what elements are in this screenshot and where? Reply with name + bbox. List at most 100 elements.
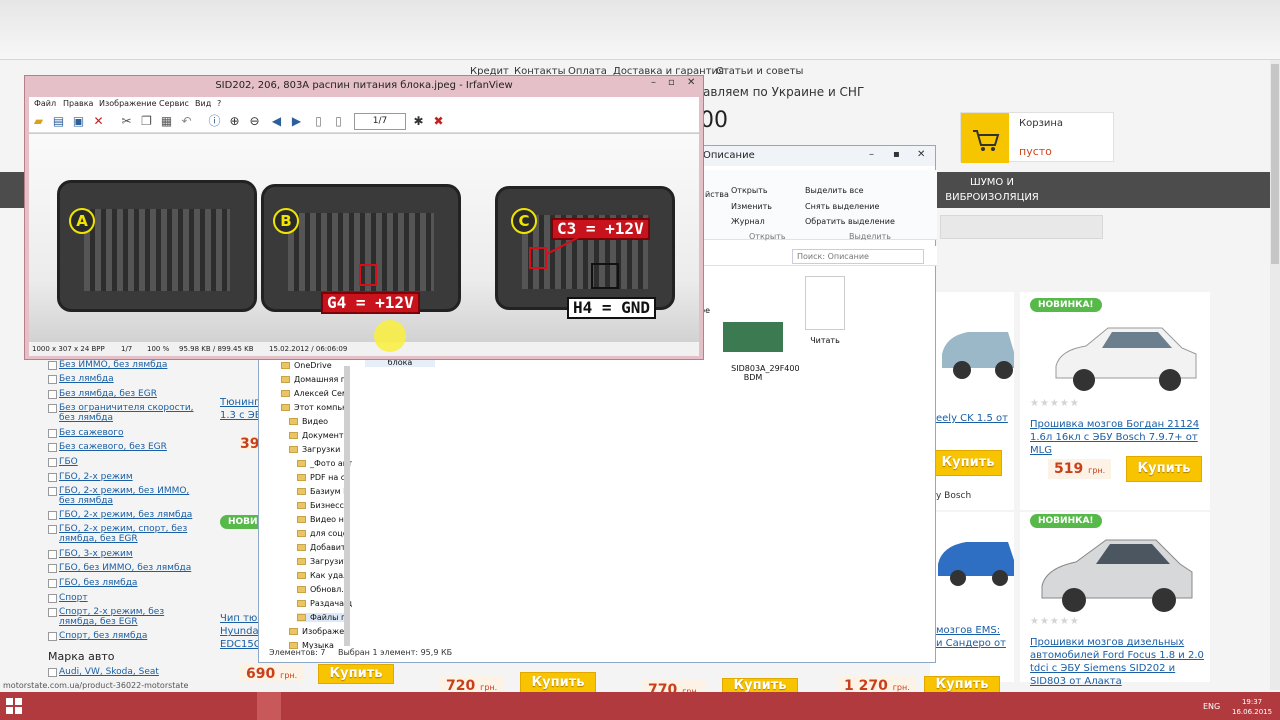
category-item[interactable]: ГБО, 2-х режим, спорт, без лямбда, без E…: [48, 524, 187, 544]
previous-icon[interactable]: ◀: [269, 114, 284, 129]
tree-item[interactable]: Базиум М: [297, 487, 350, 496]
category-item[interactable]: Без ограничителя скорости, без лямбда: [48, 403, 194, 423]
tree-item-selected[interactable]: Файлы п: [297, 613, 347, 622]
category-item[interactable]: Без лямбда: [48, 374, 114, 384]
taskbar-app-irfanview[interactable]: [257, 692, 281, 720]
page-number-field[interactable]: 1/7: [354, 113, 406, 130]
category-item[interactable]: ГБО, 2-х режим: [48, 472, 133, 482]
tree-item[interactable]: Обновл.: [297, 585, 344, 594]
maximize-icon[interactable]: ▫: [668, 77, 675, 88]
menu-image[interactable]: Изображение: [99, 99, 157, 108]
folder-icon: [297, 558, 306, 565]
page-scrollbar-thumb[interactable]: [1271, 64, 1279, 264]
marka-item[interactable]: Audi, VW, Skoda, Seat: [48, 667, 159, 677]
invert-selection-button[interactable]: Обратить выделение: [805, 217, 895, 226]
category-item[interactable]: Без сажевого: [48, 428, 124, 438]
category-item[interactable]: ГБО: [48, 457, 78, 467]
zoom-in-icon[interactable]: ⊕: [227, 114, 242, 129]
menu-view[interactable]: Вид: [195, 99, 211, 108]
tree-item[interactable]: Загрузки: [289, 445, 340, 454]
tree-item[interactable]: Документ: [289, 431, 344, 440]
tree-item[interactable]: Загрузит: [297, 557, 348, 566]
menu-item-noise-insulation[interactable]: ШУМО И ВИБРОИЗОЛЯЦИЯ: [944, 172, 1040, 208]
product-title-geely[interactable]: eely CK 1.5 от: [936, 412, 1008, 425]
copy-icon[interactable]: ❐: [139, 114, 154, 129]
select-none-button[interactable]: Снять выделение: [805, 202, 879, 211]
tree-item[interactable]: Изображен: [289, 627, 349, 636]
close-icon[interactable]: ✕: [687, 77, 695, 88]
select-all-button[interactable]: Выделить все: [805, 186, 864, 195]
page-scrollbar[interactable]: [1270, 60, 1280, 690]
category-item[interactable]: Спорт, без лямбда: [48, 631, 147, 641]
category-item[interactable]: ГБО, без ИММО, без лямбда: [48, 563, 191, 573]
irfanview-titlebar[interactable]: SID202, 206, 803A распин питания блока.j…: [25, 76, 703, 96]
tree-item[interactable]: Видео: [289, 417, 328, 426]
windows-start-icon[interactable]: [6, 698, 22, 714]
language-indicator[interactable]: ENG: [1203, 702, 1220, 711]
buy-button[interactable]: Купить: [318, 664, 394, 684]
menu-edit[interactable]: Правка: [63, 99, 93, 108]
properties-button[interactable]: йства: [705, 190, 729, 199]
tree-item[interactable]: Видео на: [297, 515, 349, 524]
category-item[interactable]: Без лямбда, без EGR: [48, 389, 157, 399]
category-item[interactable]: Без сажевого, без EGR: [48, 442, 167, 452]
exit-icon[interactable]: ✖: [431, 114, 446, 129]
tree-item[interactable]: для соцс: [297, 529, 347, 538]
image-canvas[interactable]: A B C C3 = +12V G4 = +12V H4 = GND: [29, 134, 699, 342]
menu-tools[interactable]: Сервис: [159, 99, 189, 108]
nav-articles[interactable]: Статьи и советы: [716, 66, 803, 77]
category-item[interactable]: ГБО, 3-х режим: [48, 549, 133, 559]
category-item[interactable]: Спорт, 2-х режим, без лямбда, без EGR: [48, 607, 164, 627]
tree-item[interactable]: Добавит: [297, 543, 346, 552]
minimize-icon[interactable]: –: [869, 149, 874, 160]
buy-button[interactable]: Купить: [520, 672, 596, 694]
tree-scrollbar[interactable]: [344, 366, 350, 646]
tree-item[interactable]: Как удал: [297, 571, 348, 580]
delete-icon[interactable]: ✕: [91, 114, 106, 129]
cart-widget[interactable]: Корзина пусто: [960, 112, 1114, 163]
tree-item[interactable]: Этот компью: [281, 403, 349, 412]
save-icon[interactable]: ▣: [71, 114, 86, 129]
category-item[interactable]: ГБО, без лямбда: [48, 578, 137, 588]
product-title[interactable]: Прошивка мозгов Богдан 21124 1.6л 16кл с…: [1030, 418, 1206, 457]
paste-icon[interactable]: ▦: [159, 114, 174, 129]
page-last-icon[interactable]: ▯: [331, 114, 346, 129]
tree-item[interactable]: PDF на со: [297, 473, 350, 482]
file-item[interactable]: SID803A_29F400 BDM: [721, 304, 800, 391]
edit-button[interactable]: Изменить: [731, 202, 772, 211]
tree-item[interactable]: OneDrive: [281, 361, 332, 370]
search-box[interactable]: [940, 215, 1103, 239]
close-icon[interactable]: ✕: [917, 149, 925, 160]
tree-item[interactable]: Домашняя гр: [281, 375, 350, 384]
undo-icon[interactable]: ↶: [179, 114, 194, 129]
category-item[interactable]: ГБО, 2-х режим, без лямбда: [48, 510, 192, 520]
open-button[interactable]: Открыть: [731, 186, 768, 195]
zoom-out-icon[interactable]: ⊖: [247, 114, 262, 129]
menu-help[interactable]: ?: [217, 99, 221, 108]
page-first-icon[interactable]: ▯: [311, 114, 326, 129]
history-button[interactable]: Журнал: [731, 217, 765, 226]
next-icon[interactable]: ▶: [289, 114, 304, 129]
category-item[interactable]: ГБО, 2-х режим, без ИММО, без лямбда: [48, 486, 189, 506]
maximize-icon[interactable]: ▪: [893, 149, 900, 160]
settings-icon[interactable]: ✱: [411, 114, 426, 129]
menu-file[interactable]: Файл: [34, 99, 56, 108]
tree-item[interactable]: Алексей Сем: [281, 389, 348, 398]
buy-button[interactable]: Купить: [934, 450, 1002, 476]
category-item[interactable]: Без ИММО, без лямбда: [48, 360, 167, 370]
product-title-ems[interactable]: мозгов EMS: и Сандеро от: [936, 624, 1006, 650]
minimize-icon[interactable]: –: [651, 77, 656, 88]
product-title-tuning[interactable]: Тюнинг 1.3 с ЭБ: [220, 396, 262, 422]
explorer-search-input[interactable]: Поиск: Описание: [792, 249, 924, 264]
tree-item[interactable]: Бизнесс /: [297, 501, 349, 510]
buy-button[interactable]: Купить: [1126, 456, 1202, 482]
tree-item-label: Добавит: [310, 543, 346, 552]
category-item[interactable]: Спорт: [48, 593, 88, 603]
cut-icon[interactable]: ✂: [119, 114, 134, 129]
thumbnails-icon[interactable]: ▤: [51, 114, 66, 129]
info-icon[interactable]: ⓘ: [207, 114, 222, 129]
open-folder-icon[interactable]: ▰: [31, 114, 46, 129]
file-item[interactable]: Читать: [797, 276, 853, 345]
product-title[interactable]: Прошивки мозгов дизельных автомобилей Fo…: [1030, 636, 1208, 688]
clock[interactable]: 19:37 16.06.2015: [1232, 697, 1272, 717]
